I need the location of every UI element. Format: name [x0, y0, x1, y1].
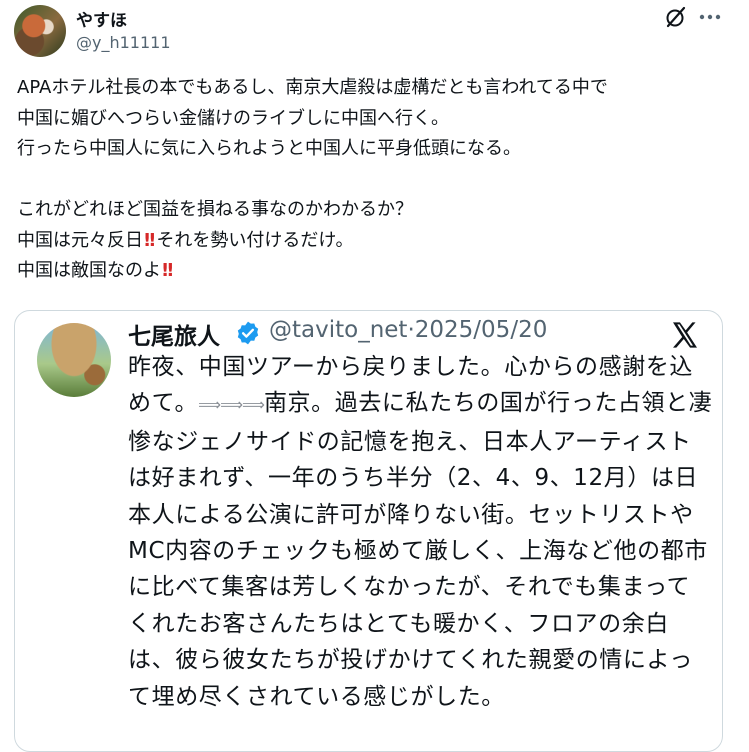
quoted-text: 昨夜、中国ツアーから戻りました。心からの感謝を込めて。⟹⟹⟹南京。過去に私たちの…	[128, 349, 713, 715]
quoted-meta: @tavito_net·2025/05/20	[269, 317, 547, 343]
quoted-avatar[interactable]	[37, 323, 111, 397]
post-line-1: APAホテル社長の本でもあるし、南京大虐殺は虚構だとも言われてる中で	[17, 77, 608, 98]
quoted-author-handle[interactable]: @tavito_net	[269, 317, 407, 343]
post-line-4: これがどれほど国益を損ねる事なのかわかるか？	[17, 199, 413, 220]
grok-icon[interactable]	[664, 5, 688, 29]
post-text: APAホテル社長の本でもあるし、南京大虐殺は虚構だとも言われてる中で 中国に媚び…	[17, 73, 737, 287]
quoted-date[interactable]: 2025/05/20	[415, 317, 548, 343]
arrows-icon: ⟹⟹⟹	[198, 395, 265, 415]
post-line-2: 中国に媚びへつらい金儲けのライブしに中国へ行く。	[17, 107, 449, 129]
post-line-3: 行ったら中国人に気に入られようと中国人に平身低頭になる。	[17, 138, 521, 159]
quoted-text-part-2: 南京。過去に私たちの国が行った占領と凄惨なジェノサイドの記憶を抱え、日本人アーテ…	[128, 390, 713, 710]
post-author-name[interactable]: やすほ	[76, 6, 127, 31]
x-logo-icon[interactable]	[669, 319, 701, 351]
post-line-6: 中国は敵国なのよ	[17, 260, 161, 281]
double-exclamation-icon: !!	[161, 260, 175, 281]
quoted-author-name[interactable]: 七尾旅人	[128, 317, 220, 351]
post-line-5b: それを勢い付けるだけ。	[156, 229, 354, 251]
post-line-5a: 中国は元々反日	[17, 229, 143, 251]
meta-separator: ·	[407, 317, 415, 343]
quoted-post-card[interactable]: 七尾旅人 @tavito_net·2025/05/20 昨夜、中国ツアーから戻り…	[14, 310, 723, 752]
more-icon[interactable]	[697, 5, 723, 29]
double-exclamation-icon: !!	[143, 229, 157, 251]
post-avatar[interactable]	[14, 5, 66, 57]
post-author-handle[interactable]: @y_h11111	[76, 33, 171, 52]
verified-icon	[237, 321, 259, 345]
